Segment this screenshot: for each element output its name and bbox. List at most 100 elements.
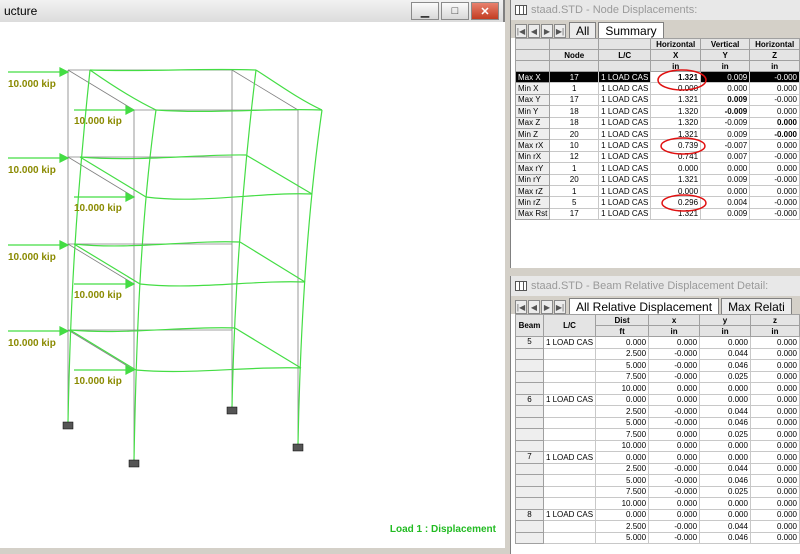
- table-cell[interactable]: 0.739: [650, 139, 702, 152]
- next-tab-button[interactable]: ▶: [541, 24, 553, 38]
- row-header[interactable]: Max Y: [514, 93, 551, 107]
- table-cell[interactable]: 2.500: [595, 405, 650, 418]
- table-cell[interactable]: 0.025: [699, 428, 751, 441]
- row-header[interactable]: Max X: [514, 70, 551, 84]
- table-cell[interactable]: 5: [549, 196, 600, 209]
- beam-number[interactable]: 6: [515, 393, 544, 406]
- table-cell[interactable]: -0.000: [749, 196, 800, 209]
- row-header[interactable]: Min X: [514, 82, 551, 95]
- table-cell[interactable]: 12: [549, 150, 600, 164]
- table-row[interactable]: Max Y 17 1 LOAD CAS 1.321 0.009 -0.000: [514, 93, 800, 107]
- table-row[interactable]: Min rY 20 1 LOAD CAS 1.321 0.009 -0.000: [514, 173, 800, 186]
- load-case[interactable]: 1 LOAD CAS: [542, 508, 597, 521]
- table-cell[interactable]: 1: [549, 184, 600, 198]
- table-cell[interactable]: 20: [549, 173, 600, 186]
- table-cell[interactable]: 0.000: [749, 531, 800, 544]
- table-cell[interactable]: 0.000: [749, 497, 800, 510]
- table-cell[interactable]: 0.000: [699, 451, 751, 464]
- table-cell[interactable]: 2.500: [595, 520, 650, 533]
- prev-tab-button[interactable]: ◀: [528, 300, 540, 314]
- beam-number[interactable]: [515, 370, 544, 383]
- table-cell[interactable]: 1.321: [650, 173, 702, 186]
- table-cell[interactable]: 1 LOAD CAS: [598, 207, 652, 221]
- table-cell[interactable]: 7.500: [595, 485, 650, 498]
- table-cell[interactable]: 0.000: [749, 428, 800, 441]
- table-cell[interactable]: -0.000: [648, 370, 701, 383]
- table-row[interactable]: Min rZ 5 1 LOAD CAS 0.296 0.004 -0.000: [514, 196, 800, 209]
- table-cell[interactable]: 1.321: [650, 70, 702, 84]
- table-cell[interactable]: 0.004: [700, 196, 751, 209]
- table-cell[interactable]: 0.000: [648, 393, 701, 406]
- table-cell[interactable]: 0.000: [699, 382, 751, 395]
- beam-number[interactable]: [515, 416, 544, 429]
- table-cell[interactable]: -0.007: [700, 139, 751, 152]
- table-cell[interactable]: 0.025: [699, 485, 751, 498]
- table-cell[interactable]: 0.000: [749, 105, 800, 118]
- table-cell[interactable]: 1: [549, 162, 600, 175]
- table-cell[interactable]: 2.500: [595, 462, 650, 475]
- table-cell[interactable]: 0.044: [699, 347, 751, 360]
- beam-number[interactable]: [515, 405, 544, 418]
- table-cell[interactable]: 0.000: [749, 508, 800, 521]
- table-cell[interactable]: 1.321: [650, 93, 702, 107]
- table-cell[interactable]: 0.000: [650, 82, 702, 95]
- load-case[interactable]: [542, 359, 597, 372]
- load-case[interactable]: [542, 497, 597, 510]
- load-case[interactable]: [542, 347, 597, 360]
- table-row[interactable]: 2.500 -0.000 0.044 0.000: [515, 405, 800, 418]
- row-header[interactable]: Max rY: [514, 162, 551, 175]
- table-cell[interactable]: 7.500: [595, 370, 650, 383]
- table-cell[interactable]: 0.000: [749, 416, 800, 429]
- table-cell[interactable]: 0.025: [699, 370, 751, 383]
- table-cell[interactable]: 17: [549, 70, 600, 84]
- load-case[interactable]: [542, 405, 597, 418]
- table-cell[interactable]: 0.000: [595, 508, 650, 521]
- table-cell[interactable]: 1 LOAD CAS: [598, 196, 652, 209]
- table-cell[interactable]: 0.000: [749, 336, 800, 349]
- table-row[interactable]: 81 LOAD CAS 0.000 0.000 0.000 0.000: [515, 508, 800, 521]
- table-row[interactable]: 7.500 -0.000 0.025 0.000: [515, 370, 800, 383]
- beam-number[interactable]: 7: [515, 451, 544, 464]
- beam-number[interactable]: [515, 359, 544, 372]
- table-cell[interactable]: 0.000: [595, 451, 650, 464]
- table-cell[interactable]: 0.007: [700, 150, 751, 164]
- row-header[interactable]: Min Y: [514, 105, 551, 118]
- table-row[interactable]: Min rX 12 1 LOAD CAS 0.741 0.007 -0.000: [514, 150, 800, 164]
- table-row[interactable]: 71 LOAD CAS 0.000 0.000 0.000 0.000: [515, 451, 800, 464]
- table-cell[interactable]: 17: [549, 207, 600, 221]
- table-cell[interactable]: 0.000: [699, 336, 751, 349]
- table-cell[interactable]: 0.000: [749, 359, 800, 372]
- load-case[interactable]: [542, 474, 597, 487]
- table-cell[interactable]: 0.000: [648, 451, 701, 464]
- table-cell[interactable]: -0.000: [648, 531, 701, 544]
- table-cell[interactable]: 0.296: [650, 196, 702, 209]
- tab-summary[interactable]: Summary: [598, 22, 664, 38]
- table-cell[interactable]: -0.000: [648, 474, 701, 487]
- load-case[interactable]: 1 LOAD CAS: [542, 451, 597, 464]
- beam-number[interactable]: [515, 428, 544, 441]
- table-cell[interactable]: 0.000: [699, 497, 751, 510]
- table-cell[interactable]: 0.000: [699, 439, 751, 452]
- beam-number[interactable]: [515, 531, 544, 544]
- table-cell[interactable]: 10.000: [595, 382, 650, 395]
- first-tab-button[interactable]: |◀: [515, 24, 527, 38]
- table-row[interactable]: 5.000 -0.000 0.046 0.000: [515, 416, 800, 429]
- table-row[interactable]: 10.000 0.000 0.000 0.000: [515, 497, 800, 510]
- table-cell[interactable]: -0.000: [749, 70, 800, 84]
- tab-all[interactable]: All: [569, 22, 597, 38]
- beam-number[interactable]: [515, 485, 544, 498]
- table-cell[interactable]: 0.000: [749, 462, 800, 475]
- table-cell[interactable]: 0.000: [699, 393, 751, 406]
- table-row[interactable]: Max Rst 17 1 LOAD CAS 1.321 0.009 -0.000: [514, 207, 800, 221]
- table-cell[interactable]: 0.044: [699, 520, 751, 533]
- table-cell[interactable]: 0.000: [700, 82, 751, 95]
- row-header[interactable]: Min rZ: [514, 196, 551, 209]
- table-cell[interactable]: 0.000: [595, 336, 650, 349]
- table-cell[interactable]: 18: [549, 105, 600, 118]
- table-cell[interactable]: 0.044: [699, 462, 751, 475]
- table-cell[interactable]: 10.000: [595, 439, 650, 452]
- table-row[interactable]: 2.500 -0.000 0.044 0.000: [515, 462, 800, 475]
- table-cell[interactable]: 1: [549, 82, 600, 95]
- row-header[interactable]: Max rX: [514, 139, 551, 152]
- table-cell[interactable]: 0.044: [699, 405, 751, 418]
